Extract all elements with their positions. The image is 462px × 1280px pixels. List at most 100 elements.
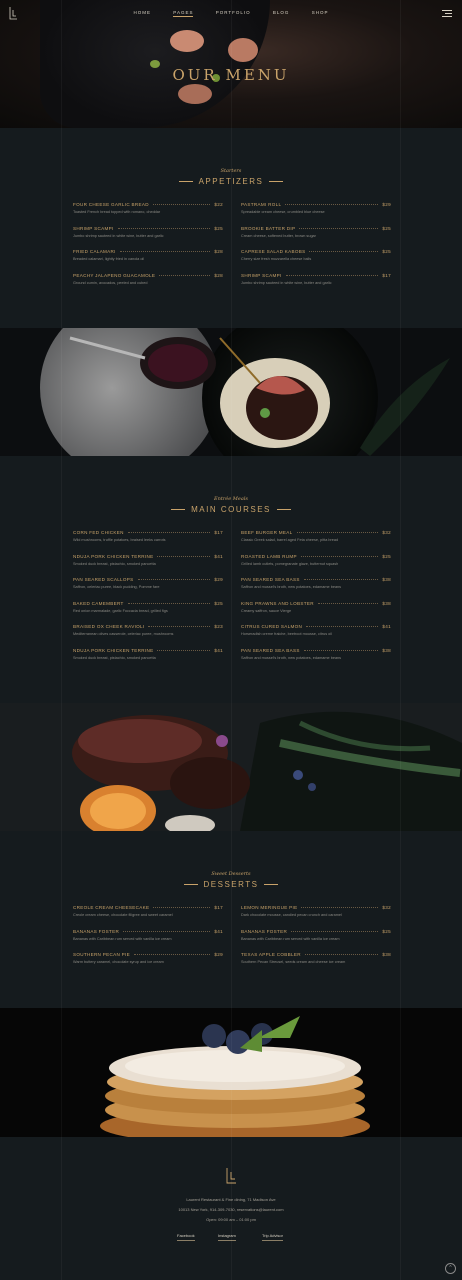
menu-item-name: PEACHY JALAPENO GUACAMOLE [73,272,156,278]
leader-dots [127,532,211,533]
leader-dots [157,649,211,651]
menu-item-price: $41 [214,647,223,653]
nav-item-blog[interactable]: BLOG [273,10,290,15]
menu-item: BEEF BURGER MEAL $32 Classic Greek salad, … [241,530,391,554]
menu-item-description: Bananas with Caribbean rum served with v… [73,936,172,941]
menu-item-description: Wild mushrooms, truffle potatoes, braise… [73,538,166,542]
menu-item-price: $38 [382,952,391,957]
menu-item-description: Jumbo shrimp sauteed in white wine, butt… [73,233,164,238]
leader-dots [291,930,379,932]
menu-item-price: $29 [214,577,223,582]
leader-dots [304,954,379,955]
menu-item-price: $17 [214,530,223,535]
menu-item-description: Jumbo shrimp sauteed in white wine, butt… [241,280,332,285]
menu-item-price: $41 [214,928,223,934]
menu-item-price: $25 [382,249,391,254]
social-link-facebook[interactable]: Facebook [177,1233,195,1241]
divider [171,509,186,510]
menu-item: SOUTHERN PECAN PIE $29 Warm buttery carame… [73,952,223,976]
menu-item-description: Warm buttery caramel, chocolate syrup an… [73,960,164,964]
menu-item-name: BRAISED OX CHEEK RAVIOLI [73,624,145,629]
menu-item-name: NDUJA PORK CHICKEN TERRINE [73,553,154,559]
menu-item-description: Smoked duck breast, pistachio, smoked pa… [73,655,156,660]
leader-dots [300,555,379,557]
leader-dots [152,204,211,205]
leader-dots [148,626,211,627]
layout-guide [61,0,62,1280]
menu-item: PAN SEARED SCALLOPS $29 Saffron, celeriac … [73,577,223,601]
menu-item-name: TEXAS APPLE COBBLER [241,952,301,957]
menu-item: TEXAS APPLE COBBLER $38 Southern Pecan Str… [241,952,391,976]
menu-item-name: PAN SEARED SEA BASS [241,577,300,582]
social-link-instagram[interactable]: Instagram [218,1233,236,1241]
leader-dots [303,649,379,651]
desserts-right-column: LEMON MERINGUE PIE $32 Dark chocolate mous… [241,905,391,976]
layout-guide [231,0,232,1280]
menu-item-price: $17 [214,905,223,910]
menu-item-description: Dark chocolate mousse, candied pecan cru… [241,913,342,917]
leader-dots [285,274,379,276]
social-link-tripadvisor[interactable]: Trip Advisor [262,1233,283,1241]
menu-item-description: Classic Greek salad, barrel aged Feta ch… [241,538,339,542]
nav-item-shop[interactable]: SHOP [312,10,329,15]
menu-item-price: $17 [382,272,391,278]
scroll-to-top-button[interactable]: ⌃ [445,1263,456,1274]
menu-item-name: CAPRESE SALAD KABOBS [241,249,306,254]
desserts-left-column: CREOLE CREAM CHEESECAKE $17 Creole cream c… [73,905,223,976]
menu-item-price: $38 [382,647,391,653]
leader-dots [127,602,211,604]
menu-item-price: $23 [214,624,223,629]
main-nav: HOME PAGES PORTFOLIO BLOG SHOP [0,10,462,17]
leader-dots [123,930,211,932]
menu-item: SHRIMP SCAMPI $25 Jumbo shrimp sauteed in … [73,226,223,250]
main-courses-left-column: CORN FED CHICKEN $17 Wild mushrooms, truff… [73,530,223,671]
menu-item-description: Ground cumin, avocados, peeled and cubed [73,280,148,285]
menu-item: CITRUS CURED SALMON $41 Horseradish creme … [241,624,391,648]
menu-item-description: Saffron and mussel's broth, new potatoes… [241,585,342,589]
menu-item: BANANAS FOSTER $41 Bananas with Caribbean … [73,929,223,953]
menu-item-name: BEEF BURGER MEAL [241,530,293,535]
menu-item-name: NDUJA PORK CHICKEN TERRINE [73,647,154,653]
menu-item-price: $41 [214,553,223,559]
menu-item-description: Saffron and mussel's broth, new potatoes… [241,655,342,660]
leader-dots [301,907,379,908]
hero-photo-shrimp [228,38,258,62]
menu-item: BRAISED OX CHEEK RAVIOLI $23 Mediterranean… [73,624,223,648]
menu-item-price: $25 [382,553,391,559]
menu-item-name: SHRIMP SCAMPI [73,225,114,231]
nav-item-home[interactable]: HOME [134,10,152,15]
nav-item-pages[interactable]: PAGES [173,10,194,17]
leader-dots [119,251,211,252]
leader-dots [303,579,379,580]
leader-dots [299,227,379,229]
divider [269,181,284,182]
menu-item: PAN SEARED SEA BASS $38 Saffron and mussel… [241,577,391,601]
menu-item: CREOLE CREAM CHEESECAKE $17 Creole cream c… [73,905,223,929]
leader-dots [285,204,379,205]
menu-item-price: $29 [214,952,223,957]
menu-item-price: $41 [382,624,391,629]
menu-item-price: $38 [382,600,391,606]
menu-item-name: SHRIMP SCAMPI [241,272,282,278]
menu-item-description: Mediterranean olives casserole, celeriac… [73,632,174,636]
menu-item-name: PASTRAMI ROLL [241,202,282,207]
menu-item-description: Toasted French bread topped with romano,… [73,210,161,214]
main-courses-right-column: BEEF BURGER MEAL $32 Classic Greek salad, … [241,530,391,671]
menu-item-name: CORN FED CHICKEN [73,530,124,535]
menu-item-name: KING PRAWNS AND LOBSTER [241,600,314,606]
menu-item: BANANAS FOSTER $25 Bananas with Caribbean … [241,929,391,953]
hero-photo-shrimp [178,84,212,104]
menu-item-description: Breaded calamari, lightly fried in canol… [73,257,145,261]
menu-item-name: BANANAS FOSTER [73,928,120,934]
menu-item-name: PAN SEARED SEA BASS [241,647,300,653]
menu-item-description: Creole cream cheese, chocolate filigree … [73,913,173,917]
menu-item-price: $25 [382,928,391,934]
hamburger-menu-icon[interactable] [442,8,452,19]
leader-dots [159,274,211,276]
menu-item-description: Cherry size fresh mozzarella cheese ball… [241,257,312,261]
menu-item-name: CITRUS CURED SALMON [241,624,303,629]
nav-item-portfolio[interactable]: PORTFOLIO [216,10,251,15]
divider [276,509,291,510]
menu-item-description: Grilled lamb cutlets, pomegranate glaze,… [241,561,339,566]
menu-item-price: $22 [214,202,223,207]
